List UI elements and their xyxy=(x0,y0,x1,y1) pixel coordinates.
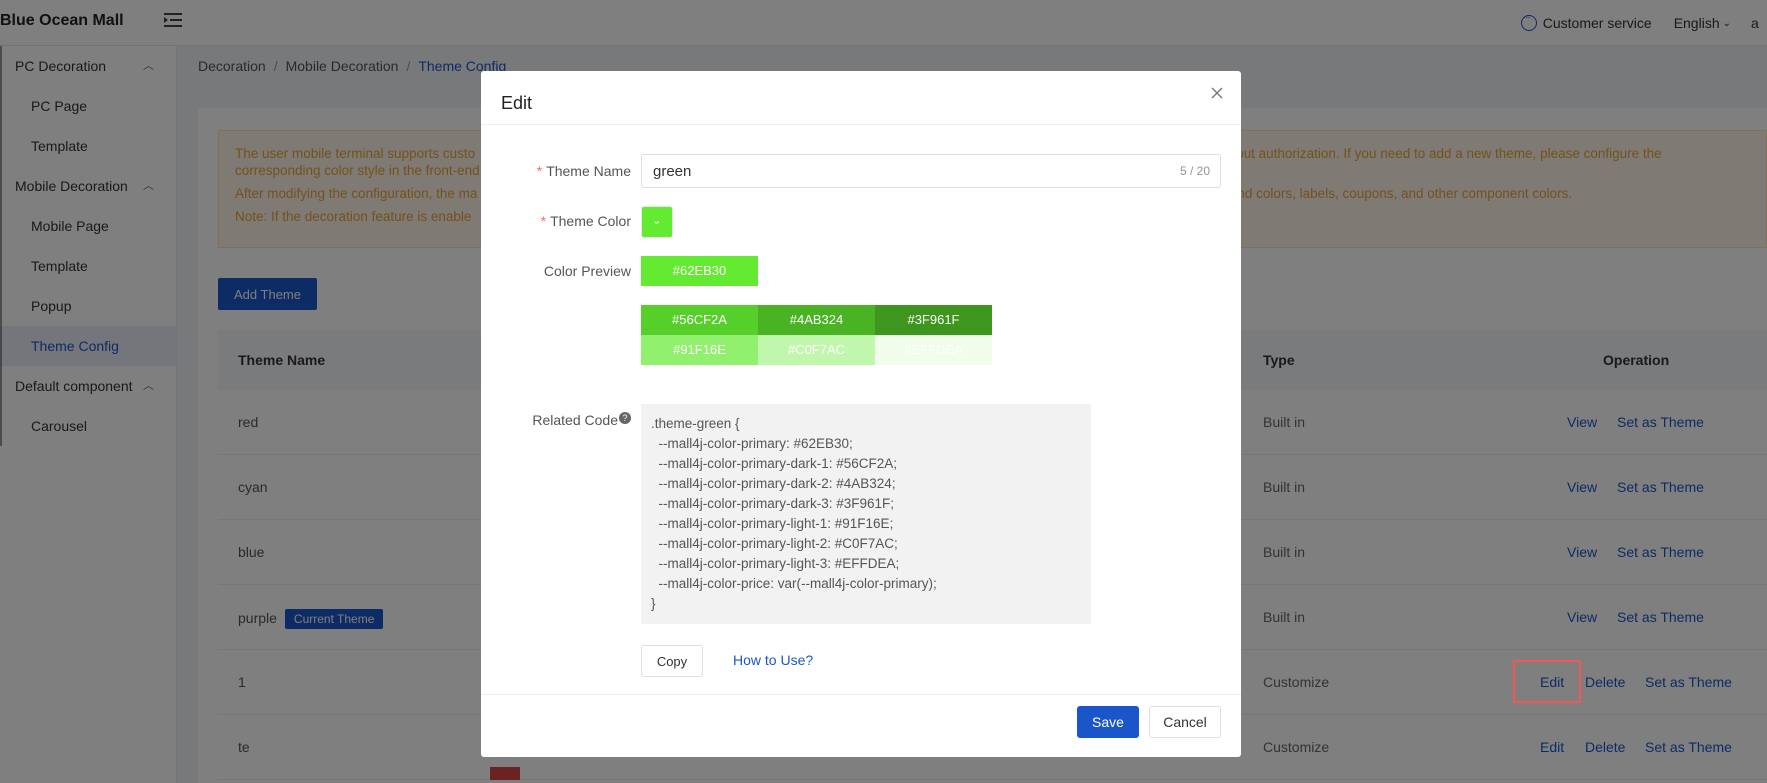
theme-name-label-text: Theme Name xyxy=(546,163,631,179)
related-code-label: Related Code? xyxy=(481,412,631,428)
chevron-down-icon: ⌄ xyxy=(652,215,662,227)
palette-swatch: #EFFDEA xyxy=(875,335,992,365)
dialog-title: Edit xyxy=(501,93,533,113)
code-line: --mall4j-color-primary-light-3: #EFFDEA; xyxy=(651,556,900,571)
code-line: --mall4j-color-primary-dark-3: #3F961F; xyxy=(651,496,895,511)
theme-name-input[interactable]: green 5 / 20 xyxy=(641,154,1221,188)
cancel-button[interactable]: Cancel xyxy=(1149,706,1221,738)
edit-highlight-box xyxy=(1513,660,1581,703)
required-mark: * xyxy=(536,163,543,179)
code-line: --mall4j-color-primary: #62EB30; xyxy=(651,436,853,451)
palette-swatch: #C0F7AC xyxy=(758,335,875,365)
dialog-divider xyxy=(481,124,1241,125)
theme-color-label-text: Theme Color xyxy=(550,213,631,229)
palette-swatch: #56CF2A xyxy=(641,305,758,335)
code-line: } xyxy=(651,596,656,611)
related-code-block: .theme-green { --mall4j-color-primary: #… xyxy=(641,404,1091,624)
color-preview-primary: #62EB30 xyxy=(641,256,758,286)
save-button[interactable]: Save xyxy=(1077,706,1139,738)
code-line: --mall4j-color-primary-dark-1: #56CF2A; xyxy=(651,456,898,471)
theme-color-label: * Theme Color xyxy=(481,213,631,229)
help-icon[interactable]: ? xyxy=(619,412,631,424)
code-line: .theme-green { xyxy=(651,416,740,431)
code-line: --mall4j-color-primary-dark-2: #4AB324; xyxy=(651,476,896,491)
dialog-footer-divider xyxy=(481,694,1241,695)
palette-swatch: #91F16E xyxy=(641,335,758,365)
how-to-use-link[interactable]: How to Use? xyxy=(733,652,813,668)
code-line: --mall4j-color-primary-light-2: #C0F7AC; xyxy=(651,536,898,551)
required-mark: * xyxy=(540,213,547,229)
char-counter: 5 / 20 xyxy=(1179,164,1210,178)
palette-swatch: #4AB324 xyxy=(758,305,875,335)
theme-name-label: * Theme Name xyxy=(481,163,631,179)
code-line: --mall4j-color-price: var(--mall4j-color… xyxy=(651,576,937,591)
copy-button[interactable]: Copy xyxy=(641,645,703,677)
related-code-label-text: Related Code xyxy=(532,412,618,428)
color-preview-label: Color Preview xyxy=(543,263,631,279)
edit-theme-dialog: Edit * Theme Name green 5 / 20 * Theme Col… xyxy=(481,71,1241,757)
theme-color-picker[interactable]: ⌄ xyxy=(641,206,673,238)
theme-name-value: green xyxy=(653,163,692,180)
palette-swatch: #3F961F xyxy=(875,305,992,335)
code-line: --mall4j-color-primary-light-1: #91F16E; xyxy=(651,516,894,531)
close-icon[interactable] xyxy=(1209,85,1225,101)
